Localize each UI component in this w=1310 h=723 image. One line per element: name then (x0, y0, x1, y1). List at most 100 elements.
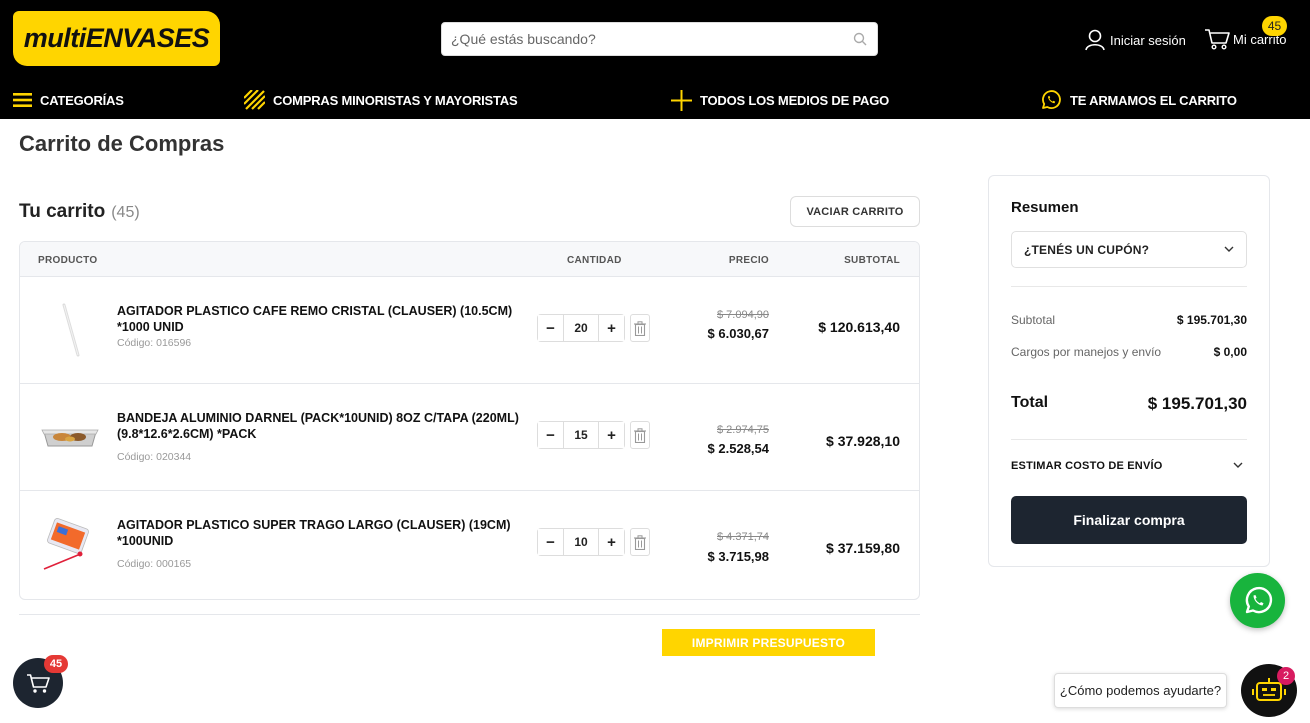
trash-icon (634, 534, 646, 550)
cart-icon (1205, 29, 1230, 50)
cart-count: (45) (111, 204, 140, 221)
clear-cart-button[interactable]: VACIAR CARRITO (790, 196, 920, 227)
total-label: Total (1011, 394, 1049, 411)
shipping-label: Cargos por manejos y envío (1011, 345, 1162, 359)
table-row: AGITADOR PLASTICO CAFE REMO CRISTAL (CLA… (20, 277, 919, 384)
checkout-button[interactable]: Finalizar compra (1011, 496, 1247, 544)
product-image[interactable] (38, 513, 102, 573)
column-header-product: PRODUCTO (38, 255, 98, 266)
increase-quantity-button[interactable]: + (598, 529, 624, 555)
order-summary: Resumen ¿TENÉS UN CUPÓN? Subtotal $ 195.… (988, 175, 1270, 567)
stripes-icon (244, 90, 265, 110)
page-title: Carrito de Compras (19, 131, 225, 156)
table-row: AGITADOR PLASTICO SUPER TRAGO LARGO (CLA… (20, 491, 919, 598)
logo[interactable]: multiENVASES (13, 11, 220, 66)
quantity-input[interactable] (564, 529, 598, 555)
coupon-label: ¿TENÉS UN CUPÓN? (1024, 242, 1150, 257)
product-code: Código: 016596 (117, 337, 192, 349)
old-price: $ 7.094,90 (717, 309, 769, 321)
decrease-quantity-button[interactable]: − (538, 315, 564, 341)
summary-shipping-row: Cargos por manejos y envío $ 0,00 (1011, 345, 1247, 359)
product-name[interactable]: BANDEJA ALUMINIO DARNEL (PACK*10UNID) 8O… (117, 410, 527, 442)
cart-count-badge: 45 (1262, 16, 1287, 36)
decrease-quantity-button[interactable]: − (538, 422, 564, 448)
login-label: Iniciar sesión (1110, 32, 1186, 48)
print-quote-button[interactable]: IMPRIMIR PRESUPUESTO (662, 629, 875, 656)
nav-label: TODOS LOS MEDIOS DE PAGO (700, 92, 890, 108)
logo-text: multiENVASES (23, 23, 210, 53)
nav-compras[interactable]: COMPRAS MINORISTAS Y MAYORISTAS (244, 88, 518, 112)
subtotal-label: Subtotal (1011, 313, 1056, 327)
chatbot-badge: 2 (1277, 667, 1295, 685)
quantity-input[interactable] (564, 315, 598, 341)
product-name[interactable]: AGITADOR PLASTICO CAFE REMO CRISTAL (CLA… (117, 303, 527, 335)
old-price: $ 2.974,75 (717, 424, 769, 436)
increase-quantity-button[interactable]: + (598, 422, 624, 448)
help-bubble[interactable]: ¿Cómo podemos ayudarte? (1054, 673, 1227, 708)
product-code: Código: 020344 (117, 451, 192, 463)
nav-label: TE ARMAMOS EL CARRITO (1070, 92, 1237, 108)
cart-title: Tu carrito (19, 201, 106, 222)
table-header: PRODUCTO CANTIDAD PRECIO SUBTOTAL (20, 242, 919, 277)
summary-subtotal-row: Subtotal $ 195.701,30 (1011, 313, 1247, 327)
search-box[interactable] (441, 22, 878, 56)
cart-heading: Tu carrito (45) (19, 201, 140, 223)
nav-medios-pago[interactable]: TODOS LOS MEDIOS DE PAGO (671, 88, 889, 112)
top-bar: multiENVASES Iniciar sesión Mi carrito 4… (0, 0, 1310, 119)
login-link[interactable]: Iniciar sesión (1085, 28, 1186, 52)
chevron-down-icon (1224, 246, 1234, 252)
user-icon (1085, 29, 1105, 51)
estimate-shipping-label: ESTIMAR COSTO DE ENVÍO (1011, 460, 1163, 472)
search-input[interactable] (442, 23, 832, 55)
shipping-value: $ 0,00 (1213, 345, 1247, 359)
quantity-input[interactable] (564, 422, 598, 448)
item-subtotal: $ 37.928,10 (826, 433, 900, 449)
trash-icon (634, 320, 646, 336)
quantity-stepper: − + (537, 421, 625, 449)
chevron-down-icon (1233, 462, 1243, 468)
nav-categorias[interactable]: CATEGORÍAS (13, 88, 124, 112)
item-subtotal: $ 120.613,40 (818, 319, 900, 335)
nav-label: COMPRAS MINORISTAS Y MAYORISTAS (273, 92, 518, 108)
remove-item-button[interactable] (630, 528, 650, 556)
chatbot-button[interactable]: 2 (1241, 664, 1297, 717)
remove-item-button[interactable] (630, 421, 650, 449)
unit-price: $ 3.715,98 (707, 549, 769, 564)
whatsapp-icon (1042, 90, 1061, 109)
estimate-shipping-toggle[interactable]: ESTIMAR COSTO DE ENVÍO (1011, 460, 1247, 472)
nav-armamos-carrito[interactable]: TE ARMAMOS EL CARRITO (1040, 88, 1237, 112)
whatsapp-button[interactable] (1230, 573, 1285, 628)
column-header-price: PRECIO (728, 255, 769, 266)
table-row: BANDEJA ALUMINIO DARNEL (PACK*10UNID) 8O… (20, 384, 919, 491)
product-name[interactable]: AGITADOR PLASTICO SUPER TRAGO LARGO (CLA… (117, 517, 527, 549)
column-header-subtotal: SUBTOTAL (844, 255, 900, 266)
floating-cart-button[interactable]: 45 (13, 655, 68, 708)
product-code: Código: 000165 (117, 558, 192, 570)
item-subtotal: $ 37.159,80 (826, 540, 900, 556)
coupon-dropdown[interactable]: ¿TENÉS UN CUPÓN? (1011, 231, 1247, 268)
cart-icon (27, 673, 50, 693)
cart-table: PRODUCTO CANTIDAD PRECIO SUBTOTAL AGITAD… (19, 241, 920, 600)
remove-item-button[interactable] (630, 314, 650, 342)
whatsapp-icon (1245, 586, 1272, 613)
nav-label: CATEGORÍAS (40, 92, 124, 108)
product-image[interactable] (38, 406, 102, 466)
divider (1011, 439, 1247, 440)
floating-cart-badge: 45 (44, 655, 68, 673)
help-text: ¿Cómo podemos ayudarte? (1059, 683, 1222, 698)
quantity-stepper: − + (537, 314, 625, 342)
trash-icon (634, 427, 646, 443)
old-price: $ 4.371,74 (717, 531, 769, 543)
product-image[interactable] (38, 299, 102, 359)
unit-price: $ 2.528,54 (707, 441, 769, 456)
header-cart-link[interactable]: Mi carrito 45 (1204, 16, 1287, 50)
summary-title: Resumen (1011, 199, 1079, 216)
increase-quantity-button[interactable]: + (598, 315, 624, 341)
search-icon[interactable] (853, 32, 867, 46)
subtotal-value: $ 195.701,30 (1176, 313, 1247, 327)
decrease-quantity-button[interactable]: − (538, 529, 564, 555)
plus-icon (671, 89, 692, 111)
divider (19, 614, 920, 615)
quantity-stepper: − + (537, 528, 625, 556)
total-value: $ 195.701,30 (1147, 394, 1247, 413)
